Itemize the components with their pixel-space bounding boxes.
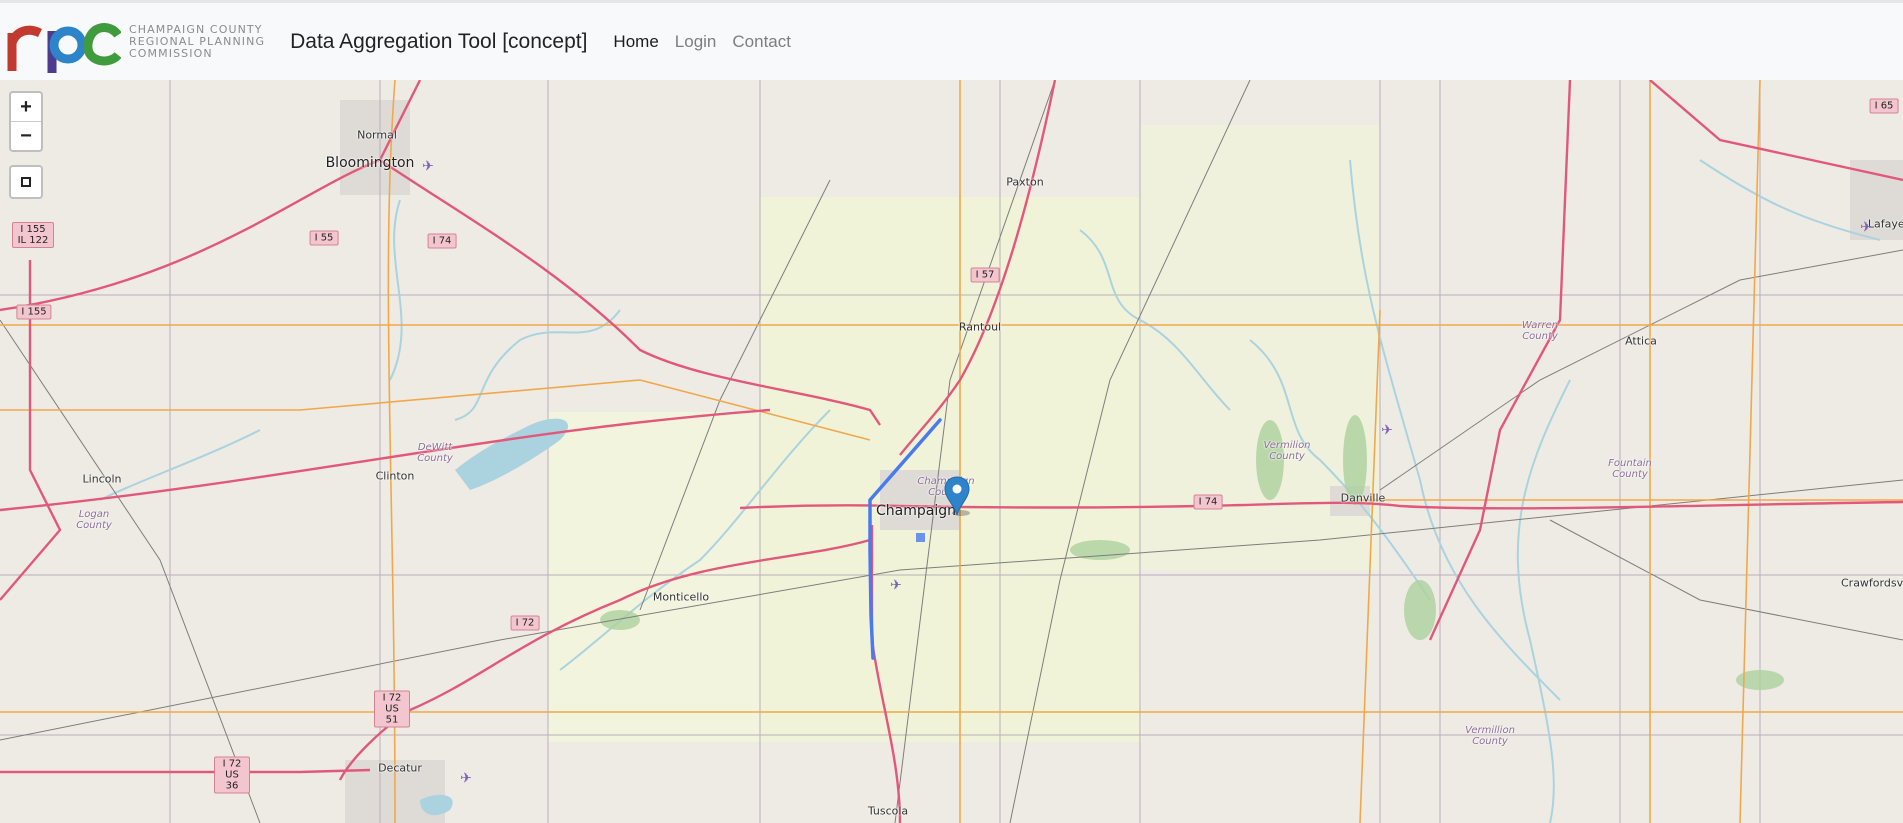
- highway-shield: I 72 US 36: [214, 756, 250, 794]
- highway-shield: I 74: [427, 233, 457, 249]
- highway-shield: I 155: [16, 304, 52, 320]
- zoom-out-button[interactable]: −: [11, 122, 41, 150]
- map-basemap[interactable]: [0, 80, 1903, 823]
- logo-text: CHAMPAIGN COUNTY REGIONAL PLANNING COMMI…: [129, 22, 266, 60]
- rpc-logo: [7, 22, 121, 73]
- airport-icon: ✈: [1381, 421, 1393, 438]
- location-marker-icon[interactable]: [944, 476, 970, 516]
- highway-shield: I 72: [510, 615, 540, 631]
- airport-icon: ✈: [890, 576, 902, 593]
- city-label: Paxton: [1006, 175, 1044, 189]
- county-label: DeWitt County: [417, 442, 453, 464]
- city-label: Lincoln: [82, 472, 122, 486]
- logo-line-2: REGIONAL PLANNING: [129, 34, 266, 48]
- highway-shield: I 55: [309, 230, 339, 246]
- nav-home-link[interactable]: Home: [613, 32, 658, 52]
- airport-icon: ✈: [422, 157, 434, 174]
- brand[interactable]: CHAMPAIGN COUNTY REGIONAL PLANNING COMMI…: [6, 11, 265, 73]
- airport-icon: ✈: [1860, 218, 1872, 235]
- map-view[interactable]: Normal Bloomington Paxton Rantoul Lincol…: [0, 80, 1903, 823]
- city-label: Clinton: [375, 469, 415, 483]
- logo-line-3: COMMISSION: [129, 46, 213, 60]
- highway-shield: I 155 IL 122: [12, 222, 54, 248]
- county-label: Warren County: [1521, 320, 1559, 342]
- city-label: Bloomington: [325, 155, 415, 171]
- city-label: Tuscola: [867, 804, 909, 818]
- nav-login-link[interactable]: Login: [675, 32, 717, 52]
- highway-shield: I 72 US 51: [374, 690, 410, 728]
- nav-contact-link[interactable]: Contact: [732, 32, 791, 52]
- city-label: Monticello: [652, 590, 710, 604]
- city-label: Danville: [1340, 491, 1386, 505]
- city-label: Normal: [357, 128, 397, 142]
- city-label: Lafayette: [1867, 217, 1903, 231]
- city-label: Attica: [1625, 334, 1657, 348]
- highway-shield: I 74: [1193, 494, 1223, 510]
- county-label: Logan County: [76, 509, 112, 531]
- city-label: Crawfordsville: [1840, 576, 1903, 590]
- city-label: Decatur: [378, 761, 422, 775]
- nav-links: Home Login Contact: [613, 32, 807, 52]
- county-label: Vermilion County: [1263, 440, 1311, 462]
- county-label: Vermillion County: [1465, 725, 1515, 747]
- highway-shield: I 65: [1869, 98, 1899, 114]
- logo-line-1: CHAMPAIGN COUNTY: [129, 22, 263, 36]
- site-title: Data Aggregation Tool [concept]: [290, 29, 588, 53]
- city-label: Rantoul: [958, 320, 1002, 334]
- county-label: Fountain County: [1608, 458, 1652, 480]
- navbar: CHAMPAIGN COUNTY REGIONAL PLANNING COMMI…: [0, 0, 1903, 80]
- draw-rectangle-button[interactable]: [9, 165, 43, 199]
- highway-shield: I 57: [970, 267, 1000, 283]
- zoom-in-button[interactable]: +: [11, 93, 41, 122]
- zoom-control: + −: [9, 91, 43, 152]
- square-icon: [21, 177, 31, 187]
- airport-icon: ✈: [460, 769, 472, 786]
